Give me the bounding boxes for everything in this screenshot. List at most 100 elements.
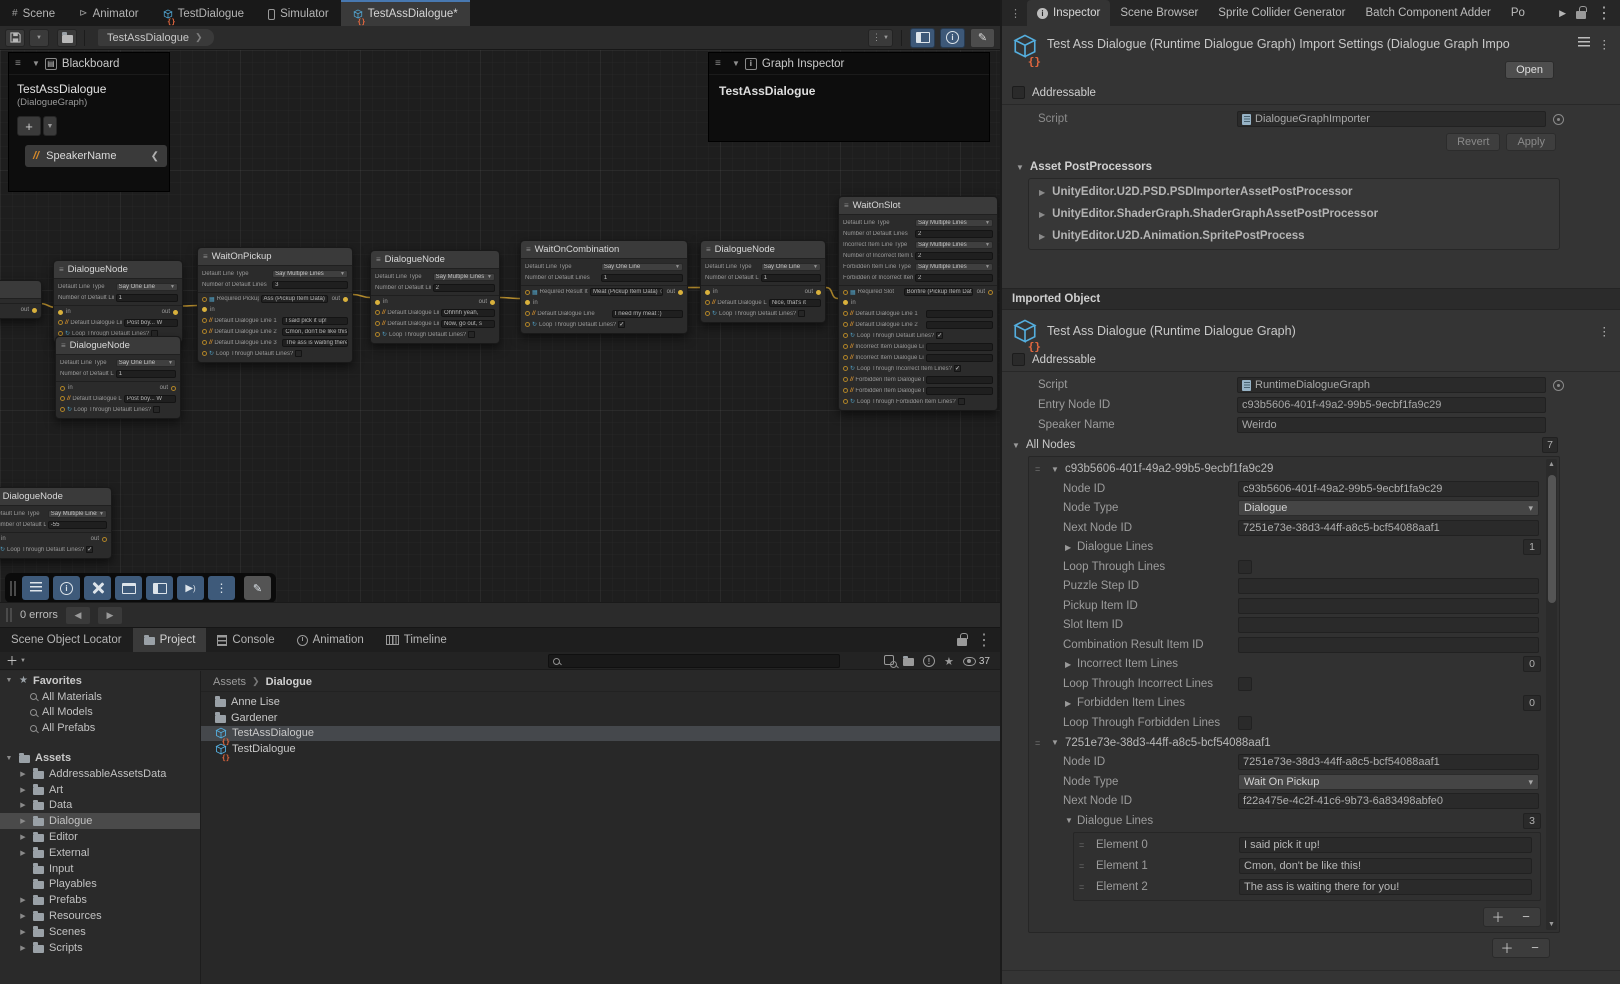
- search-by-type-icon[interactable]: [884, 655, 894, 668]
- port-icon[interactable]: [843, 366, 848, 371]
- port-out[interactable]: out: [977, 289, 993, 295]
- node-dropdown[interactable]: Say Multiple Lines▼: [433, 273, 495, 281]
- node-checkbox[interactable]: [958, 398, 965, 405]
- tree-item-input[interactable]: Input: [0, 861, 200, 877]
- breadcrumb-assets[interactable]: Assets: [213, 676, 246, 688]
- bottom-tab-animation[interactable]: Animation: [286, 628, 375, 652]
- hidden-packages-eye-icon[interactable]: [963, 657, 976, 666]
- port-out[interactable]: out: [91, 536, 107, 542]
- port-icon[interactable]: [173, 310, 178, 315]
- window-tab-simulator[interactable]: Simulator: [256, 0, 341, 26]
- graph-node-dialogue-node-5[interactable]: ≡DialogueNodeDefault Line TypeSay Multip…: [0, 487, 112, 559]
- port-icon[interactable]: [375, 321, 380, 326]
- node-text-field[interactable]: [926, 321, 994, 329]
- more-button[interactable]: ⋮: [208, 576, 235, 600]
- port-icon[interactable]: [525, 311, 530, 316]
- node-dropdown[interactable]: Say Multiple Lines▼: [48, 510, 107, 518]
- node-group-header[interactable]: =▼c93b5606-401f-49a2-99b5-9ecbf1fa9c29: [1029, 459, 1559, 479]
- window-button[interactable]: [115, 576, 142, 600]
- node-dropdown[interactable]: Say One Line▼: [601, 263, 683, 271]
- port-icon[interactable]: [202, 340, 207, 345]
- port-icon[interactable]: [705, 311, 710, 316]
- port-icon[interactable]: [202, 318, 207, 323]
- breadcrumb-dialogue[interactable]: Dialogue: [266, 676, 312, 688]
- script-list-button[interactable]: [22, 576, 49, 600]
- drag-handle-icon[interactable]: =: [1079, 882, 1084, 892]
- node-text-field[interactable]: Ohhhh yeah,: [441, 309, 495, 317]
- object-menu-icon[interactable]: ⋮: [1599, 324, 1611, 338]
- node-number-field[interactable]: 1: [116, 294, 178, 302]
- add-node-button[interactable]: ＋: [1493, 939, 1521, 957]
- tree-item-playables[interactable]: Playables: [0, 877, 200, 893]
- tree-item-all-models[interactable]: All Models: [0, 705, 200, 721]
- project-item-gardener[interactable]: Gardener: [201, 710, 1000, 726]
- node-dropdown[interactable]: Say One Line▼: [116, 283, 178, 291]
- tree-item-scripts[interactable]: ▶Scripts: [0, 940, 200, 956]
- tree-item-external[interactable]: ▶External: [0, 845, 200, 861]
- node-text-field[interactable]: I need my meat :): [612, 310, 683, 318]
- port-icon[interactable]: [525, 300, 530, 305]
- port-icon[interactable]: [58, 320, 63, 325]
- lock-icon[interactable]: [957, 638, 967, 646]
- tree-item-all-prefabs[interactable]: All Prefabs: [0, 720, 200, 736]
- tree-item-dialogue[interactable]: ▶Dialogue: [0, 813, 200, 829]
- property-dropdown[interactable]: Dialogue: [1238, 500, 1539, 516]
- speaker-name-field[interactable]: Weirdo: [1237, 417, 1546, 433]
- port-in[interactable]: in: [375, 299, 388, 305]
- graph-node-wait-on-combination[interactable]: ≡WaitOnCombinationDefault Line TypeSay O…: [520, 240, 688, 334]
- node-dropdown[interactable]: Say One Line▼: [761, 263, 821, 271]
- header-menu-icon[interactable]: ⋮: [1599, 37, 1611, 51]
- node-dropdown[interactable]: Say Multiple Lines▼: [915, 263, 993, 271]
- drag-handle-icon[interactable]: =: [1079, 861, 1084, 871]
- prev-error-button[interactable]: ◀: [66, 607, 90, 624]
- port-icon[interactable]: [375, 332, 380, 337]
- search-by-label-icon[interactable]: [903, 658, 914, 666]
- open-button[interactable]: Open: [1505, 61, 1554, 79]
- port-icon[interactable]: [705, 300, 710, 305]
- property-field[interactable]: f22a475e-4c2f-41c6-9b73-6a83498abfe0: [1238, 793, 1539, 809]
- node-text-field[interactable]: Cmon, don't be like this!: [282, 328, 348, 336]
- node-number-field[interactable]: 2: [915, 230, 993, 238]
- scroll-up-icon[interactable]: ▲: [1548, 461, 1555, 468]
- node-text-field[interactable]: [926, 387, 994, 395]
- drag-handle-icon[interactable]: =: [1035, 738, 1039, 748]
- scroll-down-icon[interactable]: ▼: [1548, 921, 1555, 928]
- asset-postprocessors-foldout[interactable]: ▼ Asset PostProcessors: [1002, 157, 1620, 177]
- pen-button[interactable]: ✎: [244, 576, 271, 600]
- bottom-tab-project[interactable]: Project: [133, 628, 207, 652]
- node-text-field[interactable]: Now, go out, s: [441, 320, 495, 328]
- window-tab-animator[interactable]: ⊳Animator: [67, 0, 150, 26]
- port-icon[interactable]: [843, 300, 848, 305]
- next-tabs-arrow[interactable]: ▶: [1559, 8, 1566, 19]
- list-scrollbar[interactable]: ▲ ▼: [1546, 459, 1557, 930]
- port-out[interactable]: out: [332, 296, 348, 302]
- inspector-tab-sprite-collider-generator[interactable]: Sprite Collider Generator: [1208, 0, 1355, 26]
- array-size-field[interactable]: 3: [1523, 813, 1541, 829]
- bottom-tab-scene-object-locator[interactable]: Scene Object Locator: [0, 628, 133, 652]
- import-log-icon[interactable]: !: [923, 655, 935, 667]
- addressable-checkbox-2[interactable]: [1012, 353, 1025, 366]
- graph-inspector-panel[interactable]: ≡ ▼ i Graph Inspector TestAssDialogue: [708, 52, 990, 142]
- breadcrumb[interactable]: TestAssDialogue ❯: [98, 29, 214, 46]
- port-icon[interactable]: [843, 399, 848, 404]
- graph-node-dialogue-node-2[interactable]: ≡DialogueNodeDefault Line TypeSay One Li…: [55, 336, 181, 419]
- node-dropdown[interactable]: Say Multiple Lines▼: [272, 270, 348, 278]
- node-dropdown[interactable]: Say Multiple Lines▼: [915, 241, 993, 249]
- node-text-field[interactable]: [926, 343, 994, 351]
- node-number-field[interactable]: 2: [433, 284, 495, 292]
- port-icon[interactable]: [525, 322, 530, 327]
- tree-item-data[interactable]: ▶Data: [0, 798, 200, 814]
- port-icon[interactable]: [60, 386, 65, 391]
- node-header[interactable]: ≡DialogueNode: [371, 251, 499, 269]
- object-picker-icon[interactable]: ⊙: [660, 289, 663, 295]
- layout-button[interactable]: [146, 576, 173, 600]
- window-tab-scene[interactable]: #Scene: [0, 0, 67, 26]
- save-search-icon[interactable]: ★: [944, 655, 954, 668]
- port-icon[interactable]: [843, 311, 848, 316]
- tools-button[interactable]: [84, 576, 111, 600]
- object-picker-icon[interactable]: [1553, 380, 1564, 391]
- node-number-field[interactable]: 1: [601, 274, 683, 282]
- next-error-button[interactable]: ▶: [98, 607, 122, 624]
- collapse-icon[interactable]: ▼: [732, 59, 740, 68]
- project-item-anne-lise[interactable]: Anne Lise: [201, 694, 1000, 710]
